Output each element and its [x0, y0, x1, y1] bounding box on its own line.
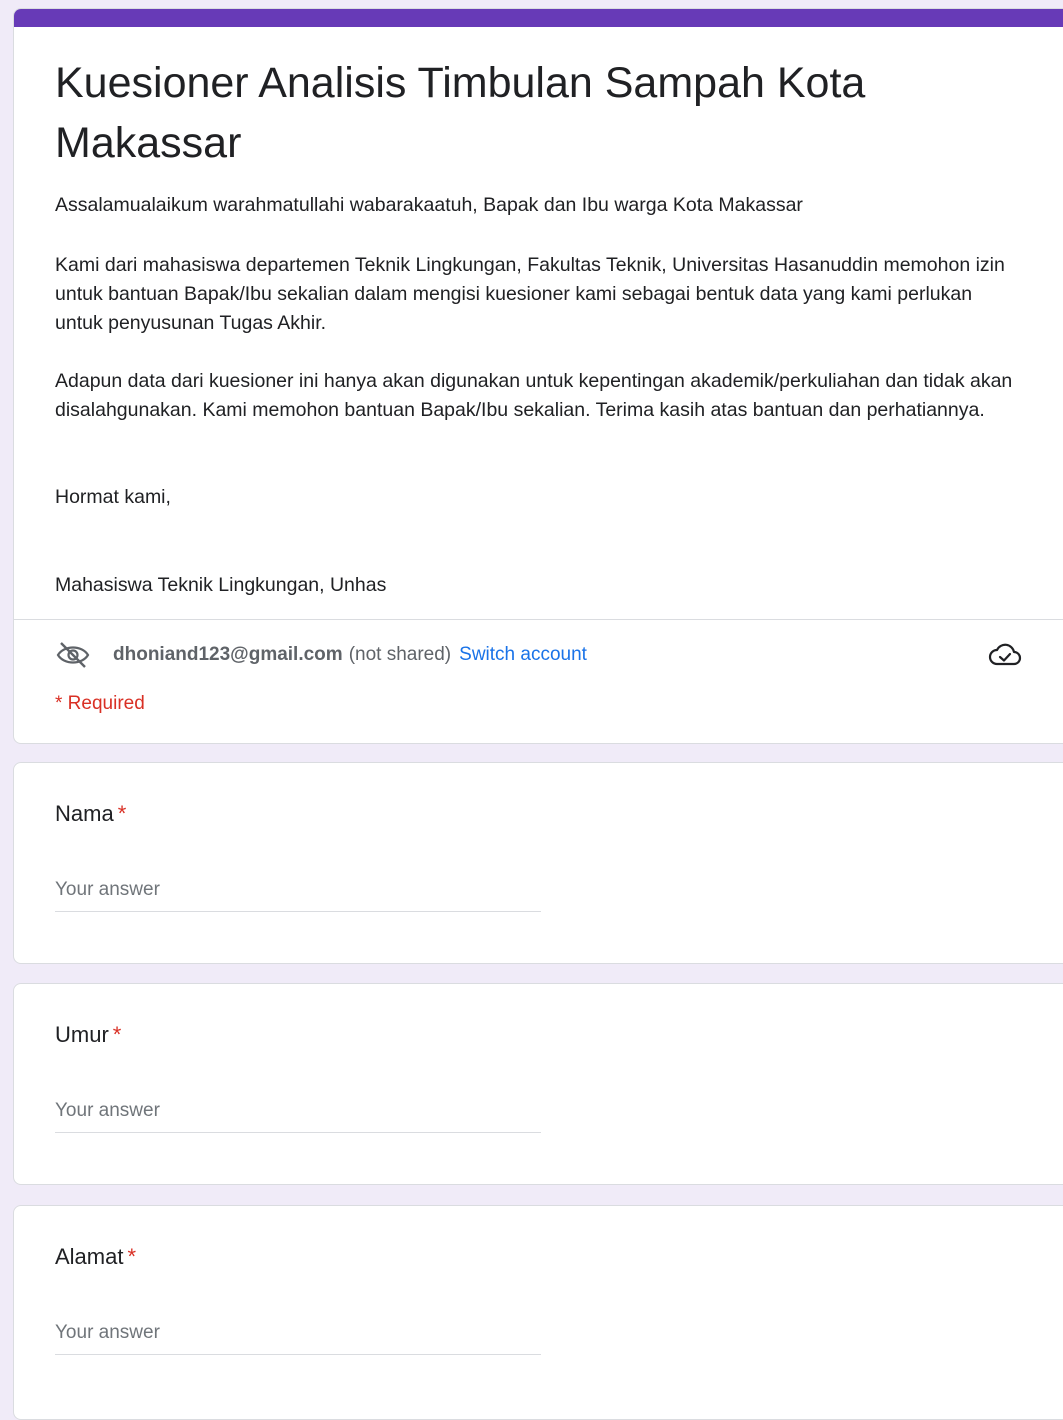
required-star: *	[112, 1022, 122, 1047]
account-email: dhoniand123@gmail.com	[113, 644, 343, 665]
question-title: Nama	[55, 801, 114, 826]
question-title: Umur	[55, 1022, 109, 1047]
question-title: Alamat	[55, 1244, 124, 1269]
divider	[14, 619, 1063, 620]
umur-answer-input[interactable]	[55, 1096, 541, 1133]
eye-off-icon	[56, 642, 90, 668]
required-star: *	[117, 801, 127, 826]
form-header-card: Kuesioner Analisis Timbulan Sampah Kota …	[13, 8, 1063, 744]
form-title: Kuesioner Analisis Timbulan Sampah Kota …	[55, 59, 866, 167]
question-label: Alamat *	[55, 1244, 136, 1270]
description-greeting: Assalamualaikum warahmatullahi wabarakaa…	[55, 194, 803, 216]
cloud-saved-icon	[988, 643, 1022, 666]
question-label: Umur *	[55, 1022, 121, 1048]
question-card-nama: Nama *	[13, 762, 1063, 964]
question-label: Nama *	[55, 801, 126, 827]
question-card-umur: Umur *	[13, 983, 1063, 1185]
switch-account-link[interactable]: Switch account	[459, 644, 587, 666]
alamat-answer-input[interactable]	[55, 1318, 541, 1355]
question-card-alamat: Alamat *	[13, 1205, 1063, 1420]
nama-answer-input[interactable]	[55, 875, 541, 912]
description-purpose: Adapun data dari kuesioner ini hanya aka…	[55, 370, 1013, 421]
description-intro: Kami dari mahasiswa departemen Teknik Li…	[55, 254, 1005, 334]
required-star: *	[127, 1244, 137, 1269]
account-row: dhoniand123@gmail.com (not shared) Switc…	[55, 638, 1035, 672]
required-note: * Required	[55, 693, 145, 714]
not-shared-label: (not shared)	[348, 644, 452, 665]
accent-bar	[14, 9, 1063, 27]
description-signature: Mahasiswa Teknik Lingkungan, Unhas	[55, 574, 387, 596]
description-closing: Hormat kami,	[55, 486, 171, 508]
